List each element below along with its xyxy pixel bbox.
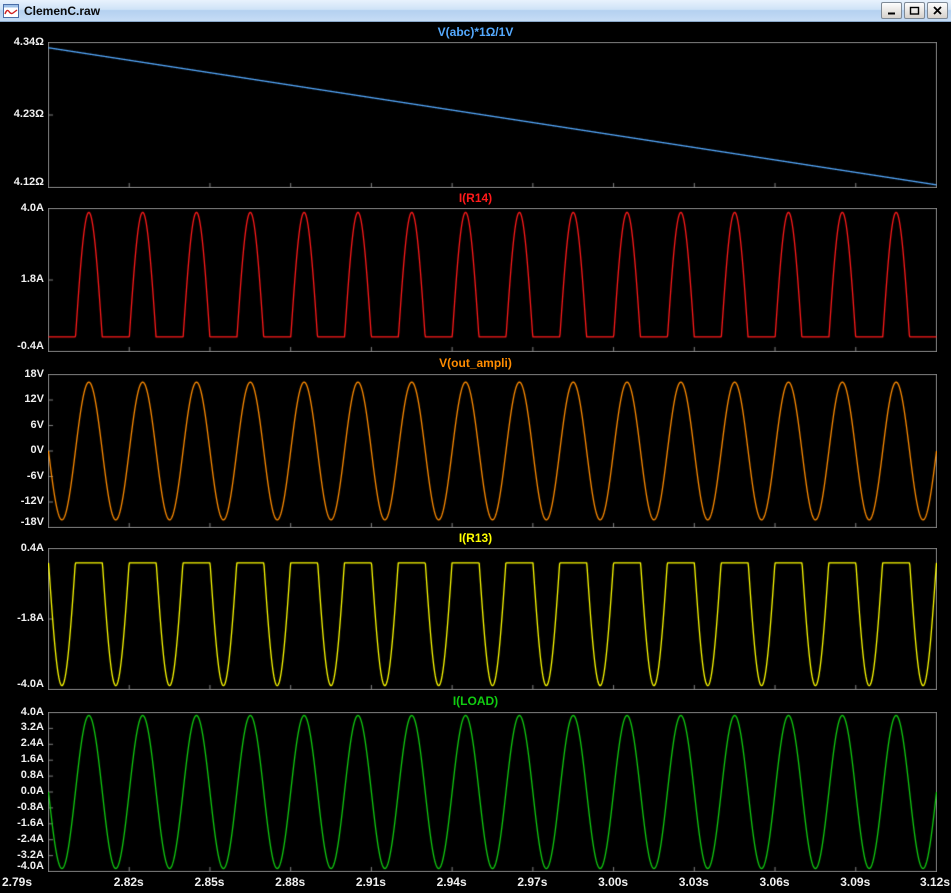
titlebar[interactable]: ClemenC.raw [0,0,951,22]
y-tick-label: 0V [30,444,44,456]
ltspice-waveform-window: ClemenC.raw V(abc)*1Ω/1V 4.34Ω 4.23Ω 4.12Ω… [0,0,951,893]
y-tick-label: 6V [30,418,44,431]
x-tick-label: 3.00s [598,875,629,889]
y-tick-label: 0.0A [20,785,44,797]
maximize-button[interactable] [904,2,925,19]
y-tick-label: 4.0A [20,201,44,214]
x-tick-label: 3.03s [678,875,709,889]
y-tick-label: -0.4A [17,340,44,352]
window-title: ClemenC.raw [24,3,101,18]
x-tick-label: 2.97s [517,875,548,889]
plot-region-i-load[interactable]: 4.0A 3.2A 2.4A 1.6A 0.8A 0.0A -0.8A -1.6A -2.4A -… [0,706,951,872]
y-tick-label: 3.2A [20,721,44,734]
x-tick-label: 3.06s [759,875,790,889]
trace-title-i-r13[interactable]: I(R13) [0,528,951,548]
waveform-canvas-i-r13[interactable] [48,548,937,690]
x-tick-label: 2.91s [355,875,386,889]
window-controls [881,2,948,19]
minimize-button[interactable] [881,2,902,19]
y-tick-label: -12V [20,495,44,507]
x-tick-label: 2.94s [436,875,467,889]
y-tick-label: 18V [24,367,44,380]
y-tick-label: 0.4A [20,541,44,554]
plot-region-v-abc[interactable]: 4.34Ω 4.23Ω 4.12Ω [0,36,951,188]
y-tick-label: -6V [26,469,44,482]
y-tick-label: 4.23Ω [13,108,44,120]
plot-region-v-out-ampli[interactable]: 18V 12V 6V 0V -6V -12V -18V [0,368,951,528]
waveform-viewer[interactable]: V(abc)*1Ω/1V 4.34Ω 4.23Ω 4.12Ω I(R14) 4.0A… [0,22,951,893]
plot-region-i-r13[interactable]: 0.4A -1.8A -4.0A [0,542,951,690]
close-button[interactable] [927,2,948,19]
minimize-icon [888,12,895,15]
trace-title-i-load[interactable]: I(LOAD) [0,690,951,712]
y-tick-label: 4.34Ω [13,35,44,48]
maximize-icon [909,6,920,15]
waveform-canvas-v-abc[interactable] [48,42,937,188]
y-tick-label: -1.8A [17,612,44,624]
y-tick-label: 1.8A [20,273,44,285]
plot-region-i-r14[interactable]: 4.0A 1.8A -0.4A [0,202,951,352]
x-tick-label: 3.12s [919,875,950,889]
trace-title-v-abc[interactable]: V(abc)*1Ω/1V [0,22,951,42]
x-tick-label: 2.79s [2,875,33,889]
x-tick-label: 2.88s [275,875,306,889]
close-icon [933,6,942,15]
pane-i-r14[interactable]: I(R14) 4.0A 1.8A -0.4A [0,188,951,352]
time-axis-labels: 2.79s 2.82s 2.85s 2.88s 2.91s 2.94s 2.97s 3.00s… [0,872,951,893]
y-tick-label: 4.0A [20,705,44,718]
y-tick-label: 4.12Ω [13,176,44,188]
pane-i-r13[interactable]: I(R13) 0.4A -1.8A -4.0A [0,528,951,690]
y-tick-label: 2.4A [20,737,44,750]
y-tick-label: -1.6A [17,816,44,829]
trace-title-v-out-ampli[interactable]: V(out_ampli) [0,352,951,374]
pane-v-out-ampli[interactable]: V(out_ampli) 18V 12V 6V 0V -6V -12V -18V [0,352,951,528]
y-tick-label: -0.8A [17,800,44,813]
pane-i-load[interactable]: I(LOAD) 4.0A 3.2A 2.4A 1.6A 0.8A 0.0A -0.8A -1.… [0,690,951,872]
y-tick-label: -2.4A [17,832,44,845]
x-tick-label: 2.85s [194,875,225,889]
pane-v-abc[interactable]: V(abc)*1Ω/1V 4.34Ω 4.23Ω 4.12Ω [0,22,951,188]
y-tick-label: 12V [24,393,44,405]
y-tick-label: 1.6A [20,753,44,766]
y-tick-label: -4.0A [17,678,44,690]
x-tick-label: 3.09s [840,875,871,889]
waveform-canvas-i-r14[interactable] [48,208,937,352]
y-tick-label: 0.8A [20,769,44,782]
trace-title-i-r14[interactable]: I(R14) [0,188,951,208]
waveform-file-icon [3,3,19,18]
waveform-canvas-i-load[interactable] [48,712,937,872]
y-tick-label: -18V [20,516,44,528]
x-tick-label: 2.82s [113,875,144,889]
waveform-canvas-v-out-ampli[interactable] [48,374,937,528]
